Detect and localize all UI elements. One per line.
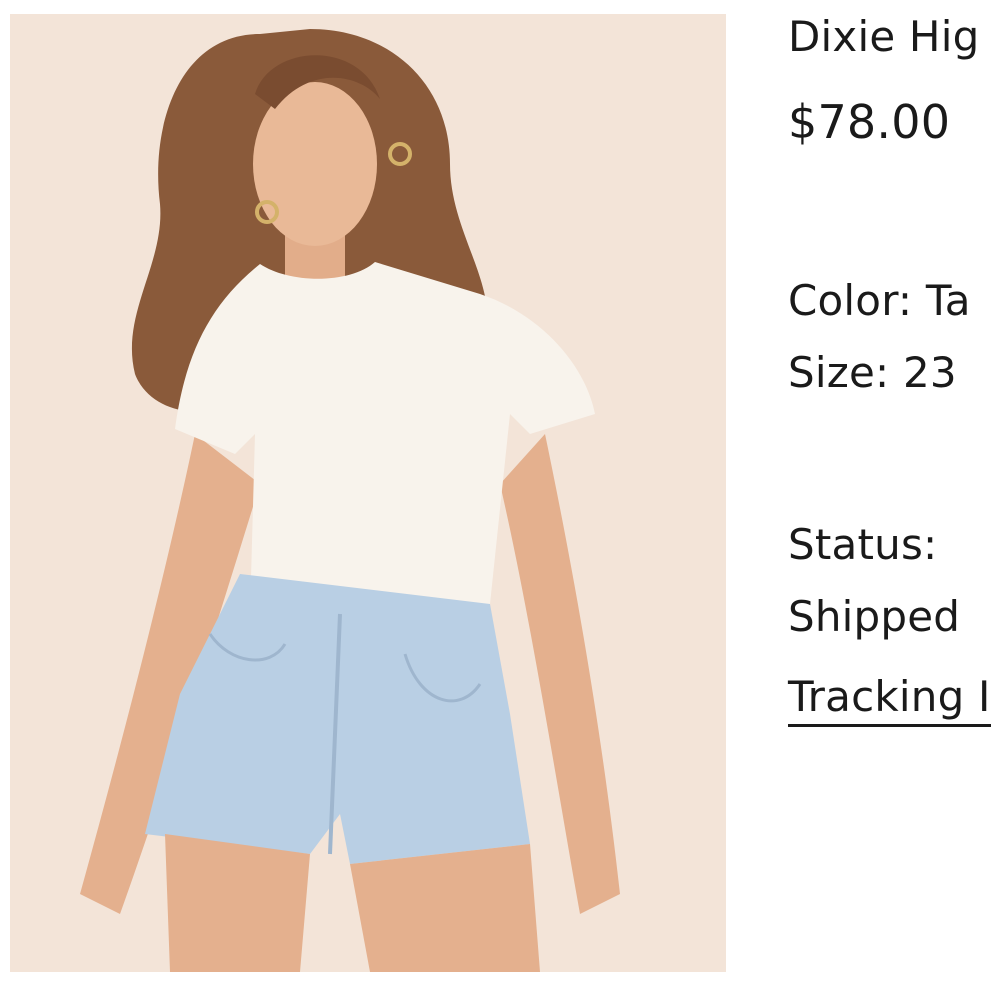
tracking-link[interactable]: Tracking I [788,676,991,727]
color-row: Color: Ta [788,280,971,322]
size-label: Size: [788,348,890,397]
color-value: Ta [925,276,971,325]
status-label: Status: [788,520,938,569]
color-label: Color: [788,276,913,325]
product-photo[interactable] [10,14,726,972]
leg-right [350,844,540,972]
product-price: $78.00 [788,95,951,149]
size-value: 23 [902,348,957,397]
model-illustration [10,14,726,972]
leg-left [165,834,310,972]
product-detail-page: Dixie Hig $78.00 Color: Ta Size: 23 Stat… [0,0,1000,1000]
product-title: Dixie Hig [788,12,980,61]
product-details: Dixie Hig $78.00 Color: Ta Size: 23 Stat… [788,0,1000,1000]
size-row: Size: 23 [788,352,957,394]
status-value: Shipped [788,592,961,641]
